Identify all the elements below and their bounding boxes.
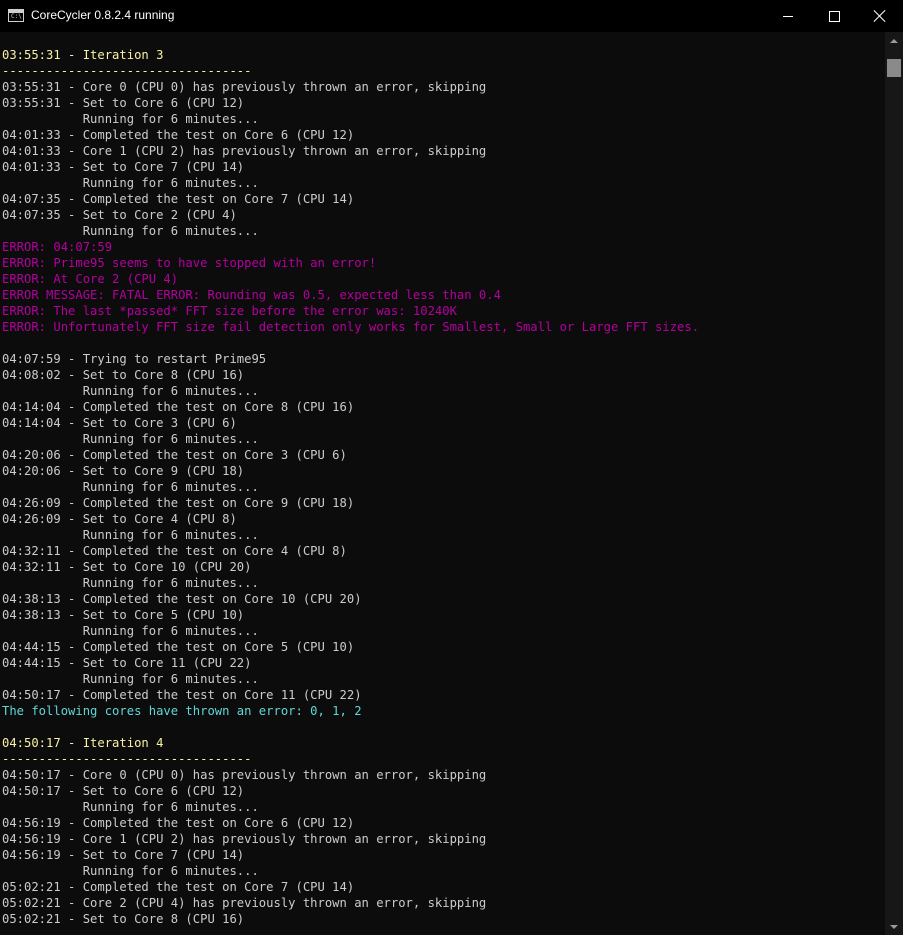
console-line: Running for 6 minutes... xyxy=(2,176,259,190)
minimize-icon xyxy=(783,15,793,17)
console-line: 04:07:35 - Set to Core 2 (CPU 4) xyxy=(2,208,237,222)
console-line: 04:56:19 - Core 1 (CPU 2) has previously… xyxy=(2,832,487,846)
scrollbar-thumb[interactable] xyxy=(887,59,901,77)
console-line: 04:32:11 - Set to Core 10 (CPU 20) xyxy=(2,560,252,574)
console-line: 03:55:31 - Iteration 3 xyxy=(2,48,164,62)
console-icon[interactable]: C:\ xyxy=(8,9,24,22)
console-lines: 03:55:31 - Iteration 3 ------------------… xyxy=(2,47,699,927)
console-line: 04:50:17 - Iteration 4 xyxy=(2,736,164,750)
console-line: Running for 6 minutes... xyxy=(2,576,259,590)
console-line: 04:20:06 - Set to Core 9 (CPU 18) xyxy=(2,464,245,478)
console-line: 04:01:33 - Core 1 (CPU 2) has previously… xyxy=(2,144,487,158)
console-line: 04:32:11 - Completed the test on Core 4 … xyxy=(2,544,347,558)
console-line: 04:50:17 - Set to Core 6 (CPU 12) xyxy=(2,784,245,798)
console-line: ERROR: 04:07:59 xyxy=(2,240,113,254)
console-line: ERROR: At Core 2 (CPU 4) xyxy=(2,272,179,286)
console-line: 05:02:21 - Core 2 (CPU 4) has previously… xyxy=(2,896,487,910)
maximize-icon xyxy=(828,10,840,22)
console-line: 04:07:59 - Trying to restart Prime95 xyxy=(2,352,267,366)
console-line: Running for 6 minutes... xyxy=(2,384,259,398)
close-button[interactable] xyxy=(857,0,903,32)
console-line: Running for 6 minutes... xyxy=(2,528,259,542)
console-line: The following cores have thrown an error… xyxy=(2,704,362,718)
console-line: 04:14:04 - Completed the test on Core 8 … xyxy=(2,400,355,414)
console-line: ---------------------------------- xyxy=(2,752,252,766)
console-line: 04:20:06 - Completed the test on Core 3 … xyxy=(2,448,347,462)
scroll-up-button[interactable] xyxy=(885,32,903,49)
vertical-scrollbar[interactable] xyxy=(885,32,903,935)
console-line: ---------------------------------- xyxy=(2,64,252,78)
console-line: ERROR: The last *passed* FFT size before… xyxy=(2,304,457,318)
console-line: Running for 6 minutes... xyxy=(2,480,259,494)
console-line: 05:02:21 - Completed the test on Core 7 … xyxy=(2,880,355,894)
scroll-down-button[interactable] xyxy=(885,918,903,935)
console-line: 04:50:17 - Core 0 (CPU 0) has previously… xyxy=(2,768,487,782)
console-line: ERROR: Unfortunately FFT size fail detec… xyxy=(2,320,700,334)
console-line: 04:44:15 - Set to Core 11 (CPU 22) xyxy=(2,656,252,670)
console-line: 04:26:09 - Set to Core 4 (CPU 8) xyxy=(2,512,237,526)
console-line: 04:56:19 - Set to Core 7 (CPU 14) xyxy=(2,848,245,862)
console-line: Running for 6 minutes... xyxy=(2,432,259,446)
console-line: 04:38:13 - Set to Core 5 (CPU 10) xyxy=(2,608,245,622)
console-line: Running for 6 minutes... xyxy=(2,800,259,814)
console-line: 04:38:13 - Completed the test on Core 10… xyxy=(2,592,362,606)
console-line: Running for 6 minutes... xyxy=(2,864,259,878)
console-line: 03:55:31 - Set to Core 6 (CPU 12) xyxy=(2,96,245,110)
title-bar: C:\ CoreCycler 0.8.2.4 running xyxy=(0,0,903,32)
console-line: Running for 6 minutes... xyxy=(2,112,259,126)
console-line: 05:02:21 - Set to Core 8 (CPU 16) xyxy=(2,912,245,926)
console-line: 04:01:33 - Completed the test on Core 6 … xyxy=(2,128,355,142)
console-line: 04:50:17 - Completed the test on Core 11… xyxy=(2,688,362,702)
console-line: ERROR MESSAGE: FATAL ERROR: Rounding was… xyxy=(2,288,501,302)
console-output[interactable]: 03:55:31 - Iteration 3 ------------------… xyxy=(0,32,885,935)
console-line: 04:14:04 - Set to Core 3 (CPU 6) xyxy=(2,416,237,430)
window-title: CoreCycler 0.8.2.4 running xyxy=(31,8,175,22)
chevron-up-icon xyxy=(890,38,898,43)
console-line: 04:01:33 - Set to Core 7 (CPU 14) xyxy=(2,160,245,174)
console-line: Running for 6 minutes... xyxy=(2,672,259,686)
console-line: Running for 6 minutes... xyxy=(2,224,259,238)
console-line: 04:44:15 - Completed the test on Core 5 … xyxy=(2,640,355,654)
console-line: 04:56:19 - Completed the test on Core 6 … xyxy=(2,816,355,830)
console-line: Running for 6 minutes... xyxy=(2,624,259,638)
console-line: 03:55:31 - Core 0 (CPU 0) has previously… xyxy=(2,80,487,94)
maximize-button[interactable] xyxy=(811,0,857,32)
console-line: 04:26:09 - Completed the test on Core 9 … xyxy=(2,496,355,510)
chevron-down-icon xyxy=(890,924,898,929)
console-line: ERROR: Prime95 seems to have stopped wit… xyxy=(2,256,377,270)
close-icon xyxy=(874,10,886,22)
console-line: 04:08:02 - Set to Core 8 (CPU 16) xyxy=(2,368,245,382)
console-line: 04:07:35 - Completed the test on Core 7 … xyxy=(2,192,355,206)
minimize-button[interactable] xyxy=(765,0,811,32)
